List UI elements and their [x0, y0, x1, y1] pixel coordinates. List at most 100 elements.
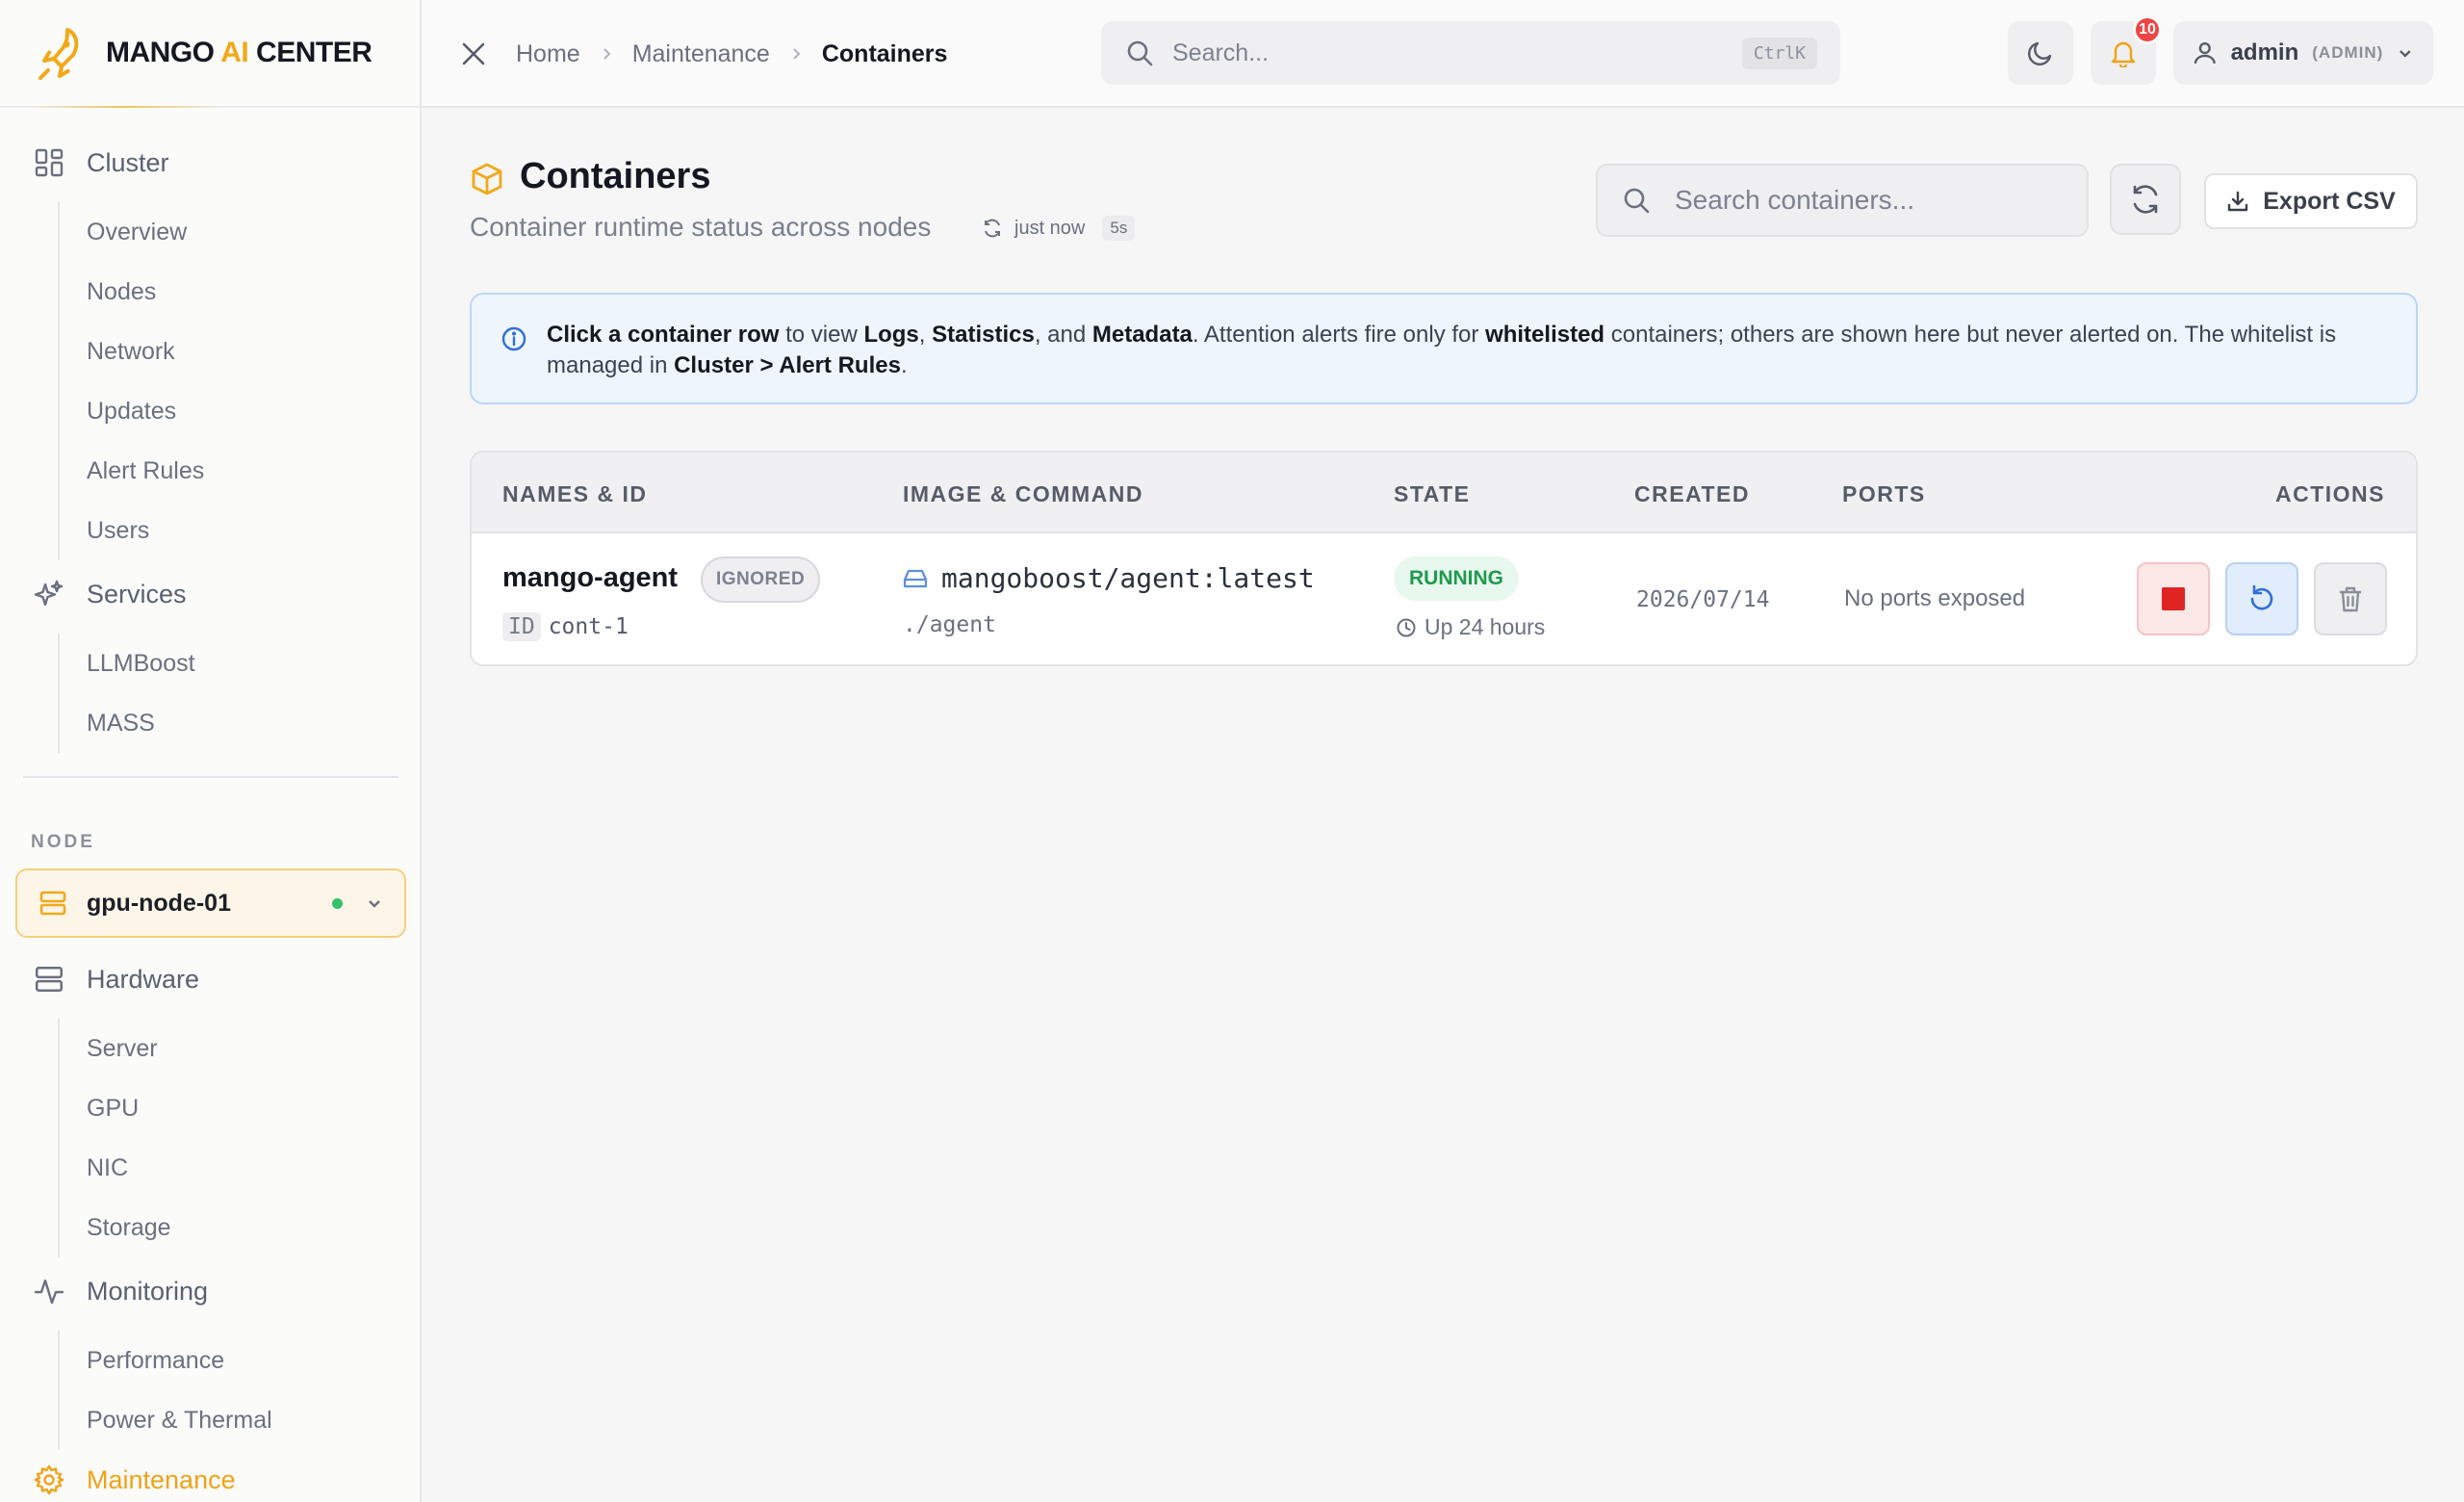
container-id: ID cont-1 [502, 612, 629, 641]
sidebar-item-mass[interactable]: MASS [60, 693, 404, 753]
sidebar-item-power-thermal[interactable]: Power & Thermal [60, 1390, 404, 1450]
container-search-input[interactable] [1675, 185, 2064, 216]
breadcrumb-maintenance[interactable]: Maintenance [632, 40, 770, 68]
container-id-value: cont-1 [548, 614, 629, 639]
sidebar-group-maintenance[interactable]: Maintenance [33, 1463, 236, 1496]
brand-name: MANGO AI CENTER [106, 37, 372, 68]
sidebar-group-label: Services [87, 579, 187, 609]
sidebar-group-label: Cluster [87, 147, 169, 177]
refresh-status: just now 5s [982, 216, 1136, 241]
sidebar-item-storage[interactable]: Storage [60, 1198, 404, 1257]
stop-icon [2162, 587, 2185, 610]
refresh-icon [2133, 185, 2158, 214]
dashboard-icon [33, 146, 65, 179]
container-uptime-value: Up 24 hours [1424, 614, 1546, 639]
column-header-actions: ACTIONS [2275, 481, 2385, 506]
table-header: NAMES & ID IMAGE & COMMAND STATE CREATED… [472, 453, 2416, 533]
stop-button[interactable] [2137, 562, 2210, 635]
refresh-interval: 5s [1102, 216, 1136, 241]
state-badge: RUNNING [1394, 557, 1519, 601]
gear-icon [33, 1463, 65, 1496]
info-icon [501, 326, 526, 351]
theme-toggle-button[interactable] [2008, 21, 2073, 85]
topbar: Home Maintenance Containers Search... Ct… [422, 0, 2464, 108]
bell-icon [2111, 41, 2136, 67]
search-icon [1127, 40, 1153, 66]
column-header-ports: PORTS [1842, 481, 1926, 506]
breadcrumb: Home Maintenance Containers [516, 0, 947, 108]
sidebar-item-gpu[interactable]: GPU [60, 1078, 404, 1138]
close-icon[interactable] [456, 37, 491, 71]
sidebar-group-label: Monitoring [87, 1276, 209, 1306]
sidebar-item-alert-rules[interactable]: Alert Rules [60, 441, 404, 501]
sidebar-group-services[interactable]: Services [33, 578, 187, 610]
monitoring-sub-list: Performance Power & Thermal [58, 1331, 404, 1450]
search-shortcut: CtrlK [1741, 37, 1817, 69]
notifications-count-badge: 10 [2133, 15, 2162, 44]
brand[interactable]: MANGO AI CENTER [0, 0, 420, 108]
chevron-right-icon [603, 48, 611, 60]
page-title: Containers [520, 156, 711, 196]
moon-icon [2028, 41, 2052, 65]
chevron-down-icon [369, 900, 380, 908]
hard-drive-icon [903, 569, 928, 587]
notifications-button[interactable]: 10 [2091, 15, 2162, 85]
delete-button[interactable] [2314, 562, 2387, 635]
container-name: mango-agent [502, 562, 679, 593]
rocket-logo-icon [38, 28, 79, 80]
sidebar-group-cluster[interactable]: Cluster [33, 146, 169, 179]
column-header-names: NAMES & ID [502, 481, 648, 506]
column-header-created: CREATED [1634, 481, 1750, 506]
user-icon [2194, 41, 2216, 64]
trash-icon [2340, 586, 2361, 612]
table-row[interactable]: mango-agent IGNORED ID cont-1 mangoboost… [472, 533, 2416, 664]
container-uptime: Up 24 hours [1396, 614, 1545, 640]
breadcrumb-home[interactable]: Home [516, 40, 580, 68]
restart-button[interactable] [2225, 562, 2298, 635]
sidebar-item-overview[interactable]: Overview [60, 202, 404, 262]
container-created: 2026/07/14 [1636, 587, 1770, 612]
last-refreshed: just now [1014, 217, 1086, 239]
sidebar: MANGO AI CENTER Cluster Overview Nodes N… [0, 0, 422, 1502]
global-search-placeholder: Search... [1172, 39, 1270, 66]
sidebar-item-server[interactable]: Server [60, 1019, 404, 1078]
refresh-button[interactable] [2110, 164, 2181, 235]
user-name: admin [2230, 39, 2299, 65]
user-menu-button[interactable]: admin (ADMIN) [2173, 21, 2433, 85]
refresh-icon [985, 219, 1000, 238]
sidebar-item-network[interactable]: Network [60, 322, 404, 381]
sidebar-item-performance[interactable]: Performance [60, 1331, 404, 1390]
node-select[interactable]: gpu-node-01 [15, 868, 406, 938]
download-icon [2228, 191, 2248, 212]
ignored-badge: IGNORED [701, 557, 821, 603]
global-search[interactable]: Search... CtrlK [1101, 21, 1840, 85]
container-image-value: mangoboost/agent:latest [941, 562, 1315, 594]
node-select-value: gpu-node-01 [87, 889, 231, 917]
sidebar-group-label: Maintenance [87, 1464, 236, 1494]
breadcrumb-containers: Containers [821, 39, 948, 67]
column-header-state: STATE [1394, 481, 1471, 506]
sidebar-item-nodes[interactable]: Nodes [60, 262, 404, 322]
sidebar-item-users[interactable]: Users [60, 501, 404, 560]
container-image: mangoboost/agent:latest [903, 562, 1315, 594]
container-ports: No ports exposed [1844, 585, 2026, 611]
cluster-sub-list: Overview Nodes Network Updates Alert Rul… [58, 202, 404, 560]
sidebar-item-nic[interactable]: NIC [60, 1138, 404, 1198]
sidebar-item-llmboost[interactable]: LLMBoost [60, 634, 404, 693]
container-command: ./agent [903, 612, 996, 637]
info-banner: Click a container row to view Logs, Stat… [470, 293, 2418, 404]
node-section-label: NODE [31, 832, 95, 852]
id-label: ID [502, 612, 541, 641]
activity-icon [33, 1275, 65, 1308]
rotate-ccw-icon [2250, 584, 2273, 610]
user-role: (ADMIN) [2312, 43, 2384, 62]
chevron-down-icon [2400, 50, 2411, 58]
sidebar-item-updates[interactable]: Updates [60, 381, 404, 441]
sidebar-group-monitoring[interactable]: Monitoring [33, 1275, 208, 1308]
node-status-dot [332, 897, 343, 909]
server-icon [33, 963, 65, 996]
sidebar-group-hardware[interactable]: Hardware [33, 963, 199, 996]
export-csv-button[interactable]: Export CSV [2204, 173, 2418, 229]
server-icon [39, 891, 66, 916]
chevron-right-icon [793, 48, 801, 60]
